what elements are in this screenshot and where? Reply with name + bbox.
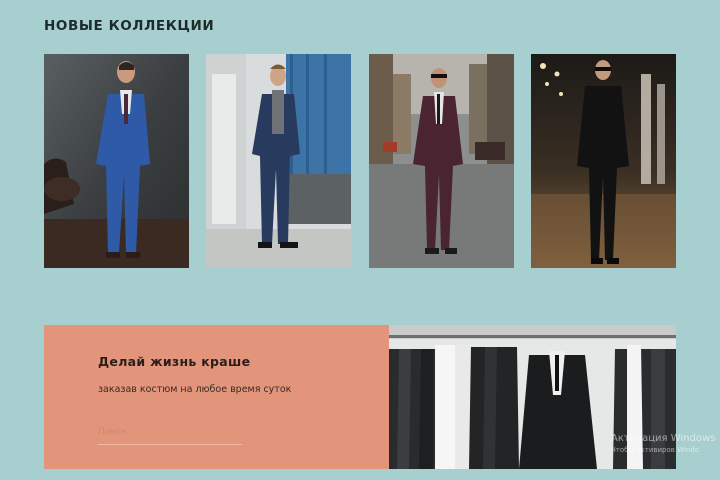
photo-navy-suit-image [206,54,351,268]
photo-black-suit-image [531,54,676,268]
photo-burgundy-suit-image [369,54,514,268]
promo-banner: Делай жизнь краше заказав костюм на любо… [44,325,676,469]
collection-photo-burgundy-suit[interactable] [369,54,514,268]
search-input[interactable] [98,423,242,445]
promo-panel: Делай жизнь краше заказав костюм на любо… [44,325,389,469]
promo-subtitle: заказав костюм на любое время суток [98,384,292,395]
photo-blue-suit-image [44,54,189,268]
promo-heading: Делай жизнь краше [98,354,251,369]
watermark-title: Активация Windows [611,433,716,444]
collection-photo-navy-suit[interactable] [206,54,351,268]
windows-activation-watermark: Активация Windows Чтобы активиров Windo [611,433,715,455]
section-title: НОВЫЕ КОЛЛЕКЦИИ [44,18,215,34]
collection-photo-blue-suit[interactable] [44,54,189,268]
collection-gallery [44,54,676,268]
collection-photo-black-suit[interactable] [531,54,676,268]
watermark-text: Чтобы активиров Windo [611,446,699,454]
